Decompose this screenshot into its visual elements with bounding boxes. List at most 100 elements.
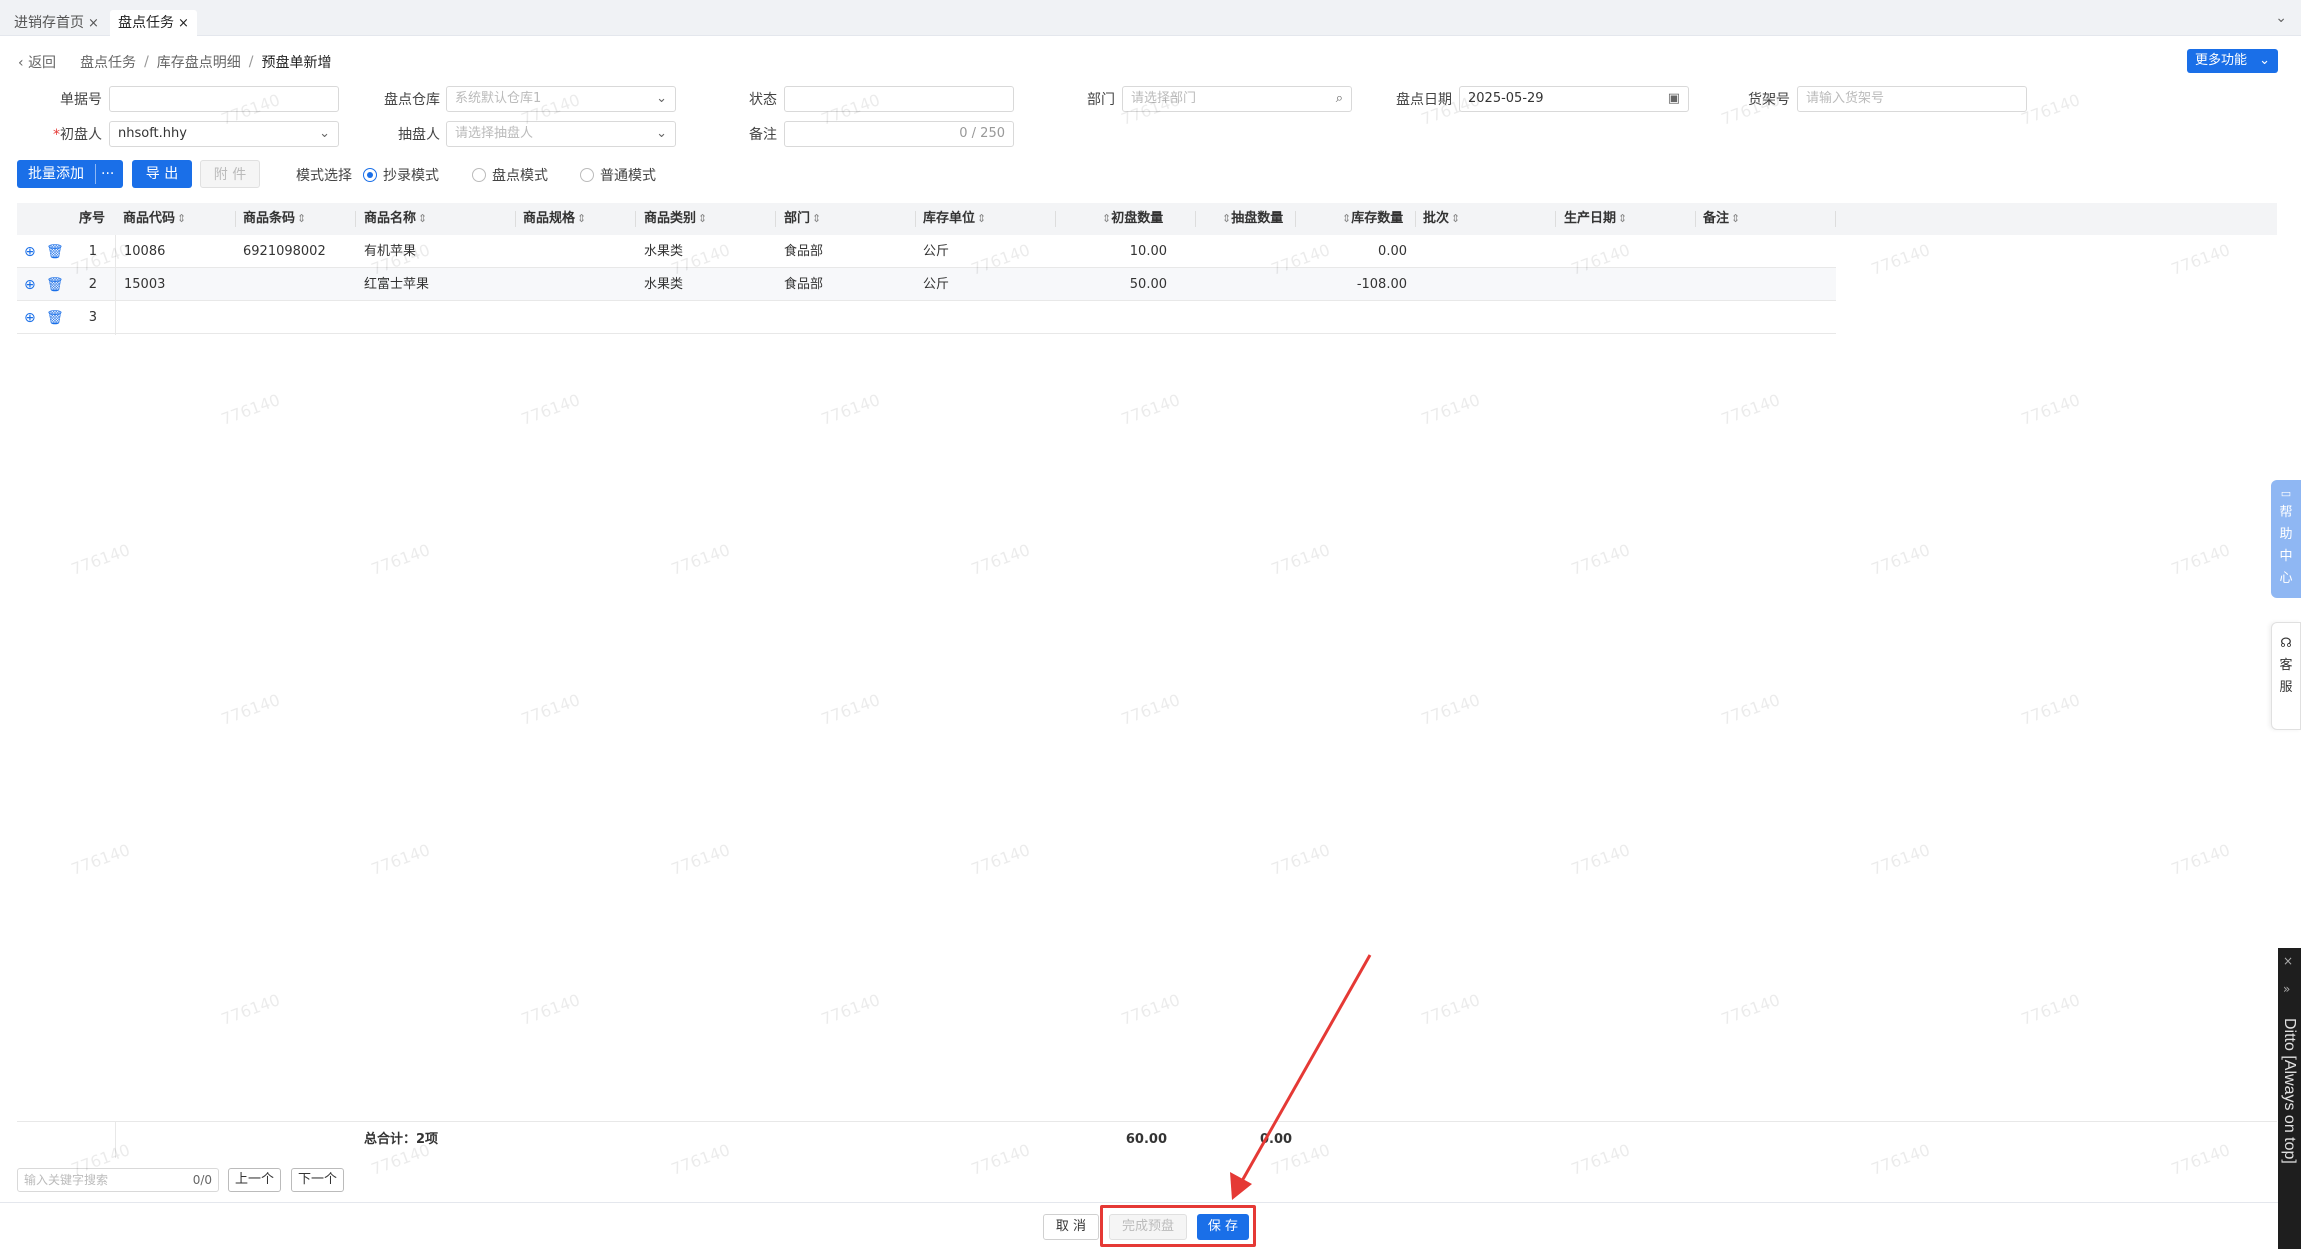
col-name[interactable]: 商品名称 ⇕ — [364, 203, 427, 235]
attachment-button[interactable]: 附 件 — [200, 160, 260, 188]
table-row[interactable]: ⊕ 🗑 3 — [17, 301, 1836, 334]
date-value: 2025-05-29 — [1468, 91, 1544, 106]
col-category[interactable]: 商品类别 ⇕ — [644, 203, 707, 235]
search-icon[interactable]: ⌕ — [1336, 87, 1343, 111]
add-row-icon[interactable]: ⊕ — [24, 310, 38, 326]
remark-input[interactable]: 0 / 250 — [784, 121, 1014, 147]
trash-icon[interactable]: 🗑 — [46, 244, 64, 260]
col-code-label: 商品代码 — [123, 211, 176, 226]
pin-icon[interactable]: » — [2283, 982, 2290, 996]
chevron-down-icon: ⌄ — [656, 91, 667, 106]
col-dept[interactable]: 部门 ⇕ — [784, 203, 821, 235]
watermark-text: 776140 — [518, 690, 583, 729]
table-row[interactable]: ⊕ 🗑 2 15003 红富士苹果 水果类 食品部 公斤 50.00 -108.… — [17, 268, 1836, 301]
watermark-text: 776140 — [218, 690, 283, 729]
back-link[interactable]: ‹ 返回 — [18, 52, 56, 72]
watermark-text: 776140 — [1868, 240, 1933, 279]
col-barcode[interactable]: 商品条码 ⇕ — [243, 203, 306, 235]
tab-inventory-home[interactable]: 进销存首页 × — [6, 10, 107, 36]
col-batch-label: 批次 — [1423, 211, 1450, 226]
trash-icon[interactable]: 🗑 — [46, 310, 64, 326]
mode-radio-normal[interactable]: 普通模式 — [580, 165, 656, 185]
radio-selected-icon — [363, 168, 377, 182]
add-row-icon[interactable]: ⊕ — [24, 244, 38, 260]
radio-icon — [580, 168, 594, 182]
status-input[interactable] — [784, 86, 1014, 112]
col-stock-qty[interactable]: ⇕库存数量 — [1340, 203, 1403, 235]
watermark-text: 776140 — [1118, 990, 1183, 1029]
first-counter-select[interactable]: nhsoft.hhy ⌄ — [109, 121, 339, 147]
cell-category: 水果类 — [644, 244, 684, 259]
mode-radio-transcribe[interactable]: 抄录模式 — [363, 165, 439, 185]
col-prod-date[interactable]: 生产日期 ⇕ — [1564, 203, 1627, 235]
col-sample-qty-label: 抽盘数量 — [1231, 211, 1284, 226]
sample-counter-select[interactable]: 请选择抽盘人 ⌄ — [446, 121, 676, 147]
department-input[interactable]: 请选择部门 ⌕ — [1122, 86, 1352, 112]
ditto-overlay[interactable]: × » Ditto [Always on top] — [2278, 948, 2301, 1249]
export-button[interactable]: 导 出 — [132, 160, 192, 188]
annotation-arrow — [1230, 954, 1372, 1200]
cancel-button[interactable]: 取 消 — [1043, 1214, 1099, 1240]
keyword-search-input[interactable]: 输入关键字搜索 0/0 — [17, 1168, 219, 1192]
warehouse-select[interactable]: 系统默认仓库1 ⌄ — [446, 86, 676, 112]
watermark-text: 776140 — [2018, 390, 2083, 429]
next-match-button[interactable]: 下一个 — [291, 1168, 344, 1192]
arrow-head — [1230, 1172, 1252, 1200]
col-spec-label: 商品规格 — [523, 211, 576, 226]
first-counter-value: nhsoft.hhy — [118, 126, 187, 141]
trash-icon[interactable]: 🗑 — [46, 277, 64, 293]
close-icon[interactable]: × — [88, 16, 99, 31]
cell-name[interactable]: 红富士苹果 — [364, 268, 429, 301]
breadcrumb-item[interactable]: 盘点任务 — [80, 52, 136, 72]
col-batch[interactable]: 批次 ⇕ — [1423, 203, 1460, 235]
watermark-text: 776140 — [368, 840, 433, 879]
column-divider — [1195, 211, 1196, 227]
watermark-text: 776140 — [68, 840, 133, 879]
cell-barcode[interactable]: 6921098002 — [243, 235, 326, 268]
col-sample-qty[interactable]: ⇕抽盘数量 — [1220, 203, 1283, 235]
close-icon[interactable]: × — [178, 16, 189, 31]
chevron-down-icon[interactable]: ⌄ — [2275, 10, 2287, 26]
shelf-input[interactable]: 请输入货架号 — [1797, 86, 2027, 112]
cell-name[interactable]: 有机苹果 — [364, 235, 416, 268]
highlight-box — [1100, 1205, 1256, 1247]
column-divider — [115, 1122, 116, 1158]
date-picker[interactable]: 2025-05-29 ▣ — [1459, 86, 1689, 112]
watermark-text: 776140 — [818, 990, 883, 1029]
more-functions-button[interactable]: 更多功能 ⌄ — [2187, 49, 2278, 73]
sort-icon: ⇕ — [1222, 212, 1232, 225]
watermark-text: 776140 — [1418, 990, 1483, 1029]
watermark-text: 776140 — [2168, 540, 2233, 579]
batch-add-button[interactable]: 批量添加 ··· — [17, 160, 123, 188]
cell-stock-qty: -108.00 — [1356, 277, 1407, 292]
watermark-text: 776140 — [518, 990, 583, 1029]
column-divider — [235, 211, 236, 227]
cell-first-qty[interactable]: 50.00 — [1067, 268, 1167, 301]
close-icon[interactable]: × — [2283, 954, 2293, 968]
cell-code[interactable]: 10086 — [124, 235, 165, 268]
mode-radio-count[interactable]: 盘点模式 — [472, 165, 548, 185]
remark-char-counter: 0 / 250 — [959, 126, 1005, 141]
chevron-down-icon: ⌄ — [319, 126, 330, 141]
more-icon[interactable]: ··· — [101, 160, 114, 188]
more-functions-label: 更多功能 — [2195, 53, 2248, 68]
breadcrumb-item[interactable]: 库存盘点明细 — [157, 52, 241, 72]
help-center-tab[interactable]: ▭ 帮 助 中 心 — [2271, 480, 2301, 598]
col-unit[interactable]: 库存单位 ⇕ — [923, 203, 986, 235]
add-row-icon[interactable]: ⊕ — [24, 277, 38, 293]
tab-stocktake-task[interactable]: 盘点任务 × — [110, 10, 197, 36]
col-spec[interactable]: 商品规格 ⇕ — [523, 203, 586, 235]
table-row[interactable]: ⊕ 🗑 1 10086 6921098002 有机苹果 水果类 食品部 公斤 1… — [17, 235, 1836, 268]
watermark-text: 776140 — [668, 840, 733, 879]
chevron-down-icon: ⌄ — [2259, 53, 2270, 68]
breadcrumb: ‹ 返回 盘点任务 / 库存盘点明细 / 预盘单新增 — [18, 52, 332, 72]
col-first-qty[interactable]: ⇕初盘数量 — [1100, 203, 1163, 235]
cell-first-qty[interactable]: 10.00 — [1067, 235, 1167, 268]
col-remark[interactable]: 备注 ⇕ — [1703, 203, 1740, 235]
watermark-text: 776140 — [1718, 990, 1783, 1029]
prev-match-button[interactable]: 上一个 — [228, 1168, 281, 1192]
cell-code[interactable]: 15003 — [124, 268, 165, 301]
customer-service-tab[interactable]: ☊ 客 服 — [2271, 622, 2301, 730]
col-code[interactable]: 商品代码 ⇕ — [123, 203, 186, 235]
doc-no-input[interactable] — [109, 86, 339, 112]
